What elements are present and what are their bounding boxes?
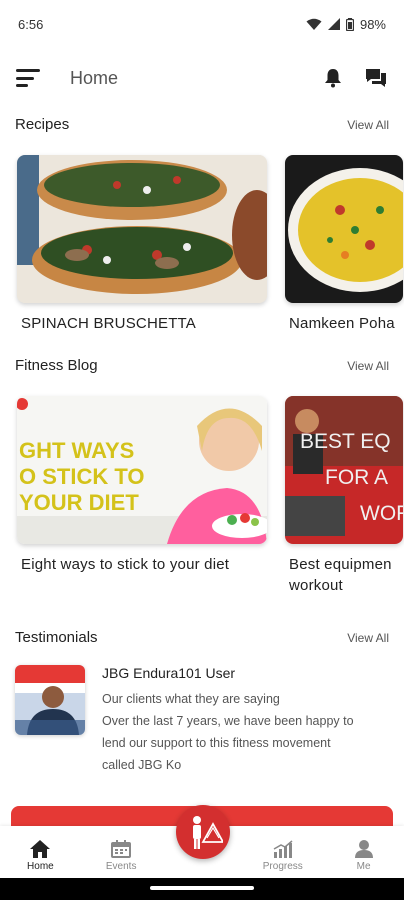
blog-image-equipment: BEST EQ FOR A WOR [285, 396, 403, 544]
testimonial-line: Over the last 7 years, we have been happ… [102, 714, 354, 728]
blog-image-text: GHT WAYS [19, 438, 134, 463]
testimonials-header: Testimonials View All [15, 629, 389, 646]
blog-image-text: BEST EQ [300, 430, 391, 453]
recipe-label: SPINACH BRUSCHETTA [21, 315, 197, 332]
testimonials-title: Testimonials [15, 629, 98, 646]
status-icons: 98% [306, 17, 386, 32]
person-icon [354, 840, 373, 858]
recipes-title: Recipes [15, 116, 70, 133]
blog-label-line: Best equipmen [289, 556, 392, 573]
testimonial-thumbnail [15, 665, 85, 735]
blog-card[interactable]: GHT WAYS O STICK TO YOUR DIET Eight ways… [17, 396, 267, 575]
chat-icon[interactable] [364, 67, 388, 89]
nav-events[interactable]: Events [86, 840, 156, 872]
testimonial-line: lend our support to this fitness movemen… [102, 736, 331, 750]
signal-icon [327, 18, 340, 30]
home-icon [30, 840, 51, 858]
recipe-image-spinach-bruschetta [17, 155, 267, 303]
recipe-card[interactable]: SPINACH BRUSCHETTA [17, 155, 267, 334]
blog-image-text: WOR [360, 502, 403, 525]
app-bar: Home [0, 56, 404, 100]
wifi-icon [306, 18, 322, 30]
blog-image-diet: GHT WAYS O STICK TO YOUR DIET [17, 396, 267, 544]
battery-percent: 98% [359, 16, 386, 32]
fitness-blog-title: Fitness Blog [15, 357, 98, 374]
blog-label: Eight ways to stick to your diet [21, 556, 230, 573]
menu-icon[interactable] [16, 69, 40, 87]
jbg-center-button[interactable] [176, 805, 230, 859]
recipes-view-all-link[interactable]: View All [347, 118, 389, 132]
blog-label: Best equipmen workout [285, 554, 404, 596]
fitness-blog-view-all-link[interactable]: View All [347, 359, 389, 373]
status-bar: 6:56 98% [0, 0, 404, 48]
nav-events-label: Events [105, 861, 137, 872]
gesture-handle[interactable] [150, 886, 254, 890]
testimonial-item[interactable]: JBG Endura101 User Our clients what they… [15, 665, 389, 776]
status-time: 6:56 [18, 16, 44, 32]
recipes-header: Recipes View All [15, 116, 389, 133]
testimonial-name: JBG Endura101 User [102, 665, 236, 681]
nav-me[interactable]: Me [329, 840, 399, 872]
nav-me-label: Me [356, 861, 371, 872]
blog-image-text: FOR A [325, 466, 388, 489]
recipe-label: Namkeen Poha [289, 315, 395, 332]
battery-icon [345, 17, 354, 31]
blog-image-text: O STICK TO [19, 464, 145, 489]
testimonials-view-all-link[interactable]: View All [347, 631, 389, 645]
blog-card[interactable]: BEST EQ FOR A WOR Best equipmen workout [285, 396, 404, 596]
nav-progress-label: Progress [262, 861, 303, 872]
progress-icon [273, 840, 293, 858]
events-icon [111, 840, 132, 858]
testimonial-line: Our clients what they are saying [102, 692, 280, 706]
recipe-image-namkeen-poha [285, 155, 403, 303]
nav-home-label: Home [27, 861, 54, 872]
blog-label-line: workout [289, 577, 343, 594]
bell-icon[interactable] [324, 68, 342, 88]
page-title: Home [70, 67, 119, 88]
blog-image-text: YOUR DIET [19, 490, 139, 515]
recipe-card[interactable]: Namkeen Poha [285, 155, 404, 334]
nav-progress[interactable]: Progress [248, 840, 318, 872]
testimonial-line: called JBG Ko [102, 758, 182, 772]
fitness-blog-header: Fitness Blog View All [15, 357, 389, 374]
jbg-logo-icon [193, 816, 223, 849]
nav-home[interactable]: Home [5, 840, 75, 872]
